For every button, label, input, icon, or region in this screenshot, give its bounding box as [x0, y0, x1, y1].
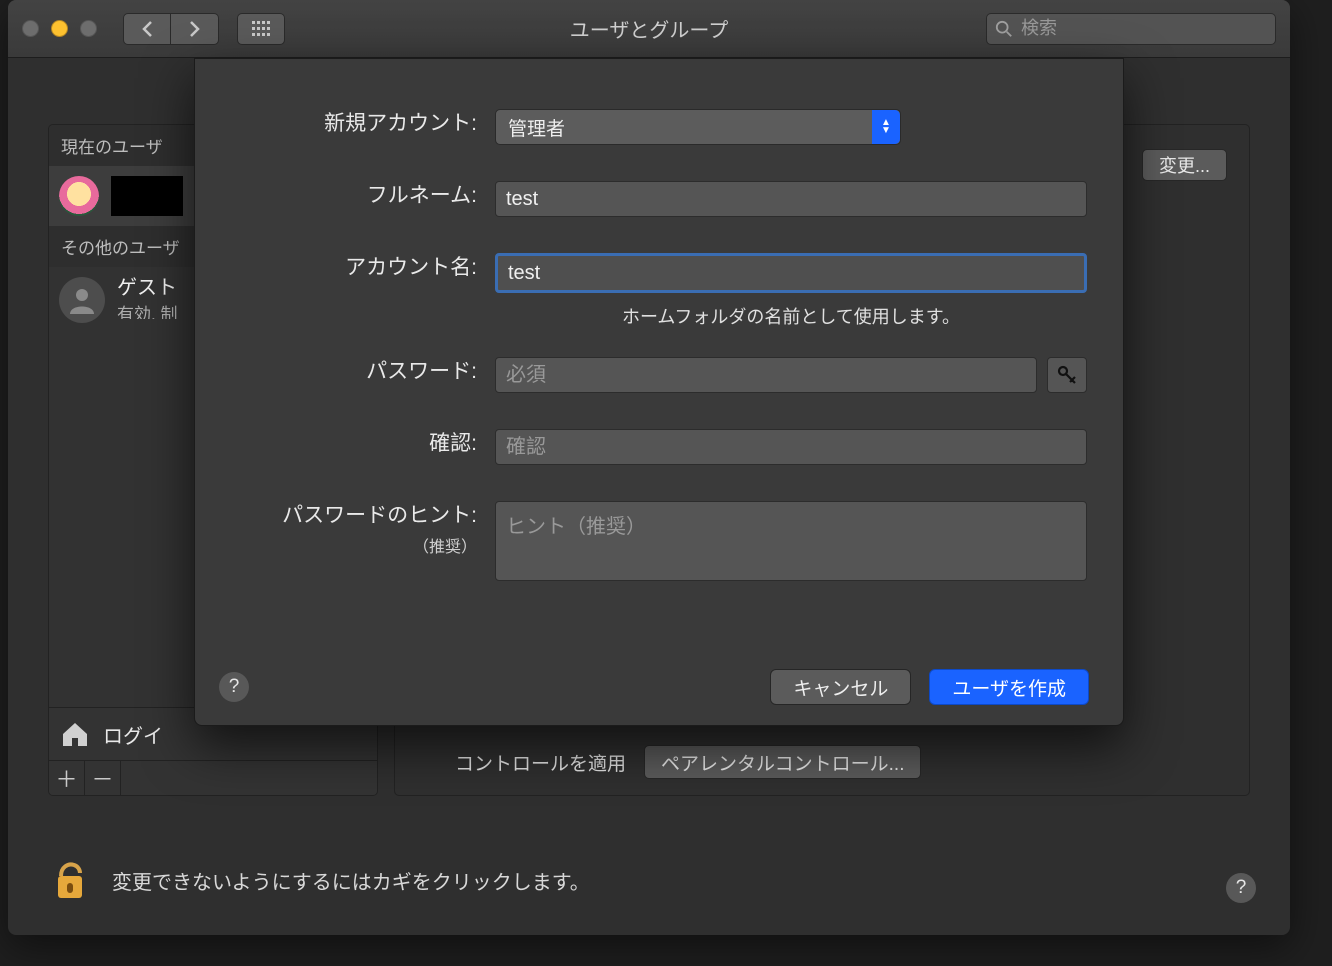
- add-user-button[interactable]: ＋: [49, 761, 85, 795]
- new-user-sheet: 新規アカウント: 管理者 ▲▼ フルネーム: アカウント名: ホームフォルダの名…: [194, 58, 1124, 726]
- account-name-label: アカウント名:: [195, 253, 495, 283]
- minimize-icon[interactable]: [51, 20, 68, 37]
- select-value: 管理者: [508, 114, 565, 141]
- search-icon: [995, 20, 1013, 38]
- hint-label: パスワードのヒント: （推奨）: [195, 501, 495, 563]
- titlebar: ユーザとグループ: [8, 0, 1290, 58]
- remove-user-button[interactable]: －: [85, 761, 121, 795]
- key-icon: [1056, 364, 1078, 386]
- home-icon: [59, 718, 91, 750]
- chevron-updown-icon: ▲▼: [872, 110, 900, 144]
- help-button[interactable]: ?: [1226, 873, 1256, 903]
- open-parental-controls-button[interactable]: ペアレンタルコントロール...: [644, 745, 921, 779]
- search-field[interactable]: [986, 13, 1276, 45]
- password-label: パスワード:: [195, 357, 495, 387]
- forward-button[interactable]: [171, 13, 219, 45]
- close-icon[interactable]: [22, 20, 39, 37]
- password-assistant-button[interactable]: [1047, 357, 1087, 393]
- sheet-help-button[interactable]: ?: [219, 672, 249, 702]
- avatar: [59, 176, 99, 216]
- show-all-button[interactable]: [237, 13, 285, 45]
- hint-textarea[interactable]: [495, 501, 1087, 581]
- zoom-icon[interactable]: [80, 20, 97, 37]
- verify-input[interactable]: [495, 429, 1087, 465]
- lock-hint-text: 変更できないようにするにはカギをクリックします。: [112, 866, 590, 895]
- cancel-button[interactable]: キャンセル: [770, 669, 911, 705]
- back-button[interactable]: [123, 13, 171, 45]
- password-input[interactable]: [495, 357, 1037, 393]
- account-name-hint: ホームフォルダの名前として使用します。: [495, 303, 1087, 329]
- parental-controls-row: コントロールを適用 ペアレンタルコントロール...: [455, 745, 921, 779]
- unlocked-padlock-icon[interactable]: [52, 857, 88, 903]
- users-groups-window: ユーザとグループ 現在のユーザ その他のユーザ ゲスト 有効, 制: [8, 0, 1290, 935]
- username-redacted: [111, 176, 183, 216]
- lock-row: 変更できないようにするにはカギをクリックします。: [52, 857, 590, 903]
- create-user-button[interactable]: ユーザを作成: [929, 669, 1089, 705]
- fullname-input[interactable]: [495, 181, 1087, 217]
- login-options-label: ログイ: [103, 720, 163, 749]
- window-controls: [22, 20, 97, 37]
- change-password-button[interactable]: 変更...: [1142, 149, 1227, 181]
- search-input[interactable]: [1021, 18, 1267, 39]
- verify-label: 確認:: [195, 429, 495, 459]
- new-account-type-select[interactable]: 管理者 ▲▼: [495, 109, 901, 145]
- fullname-label: フルネーム:: [195, 181, 495, 211]
- guest-avatar-icon: [59, 277, 105, 323]
- guest-title: ゲスト: [117, 277, 177, 300]
- account-name-input[interactable]: [495, 253, 1087, 293]
- parental-apply-label: コントロールを適用: [455, 749, 626, 776]
- nav-back-forward: [123, 13, 219, 45]
- guest-subtitle: 有効, 制: [117, 300, 177, 319]
- new-account-label: 新規アカウント:: [195, 109, 495, 139]
